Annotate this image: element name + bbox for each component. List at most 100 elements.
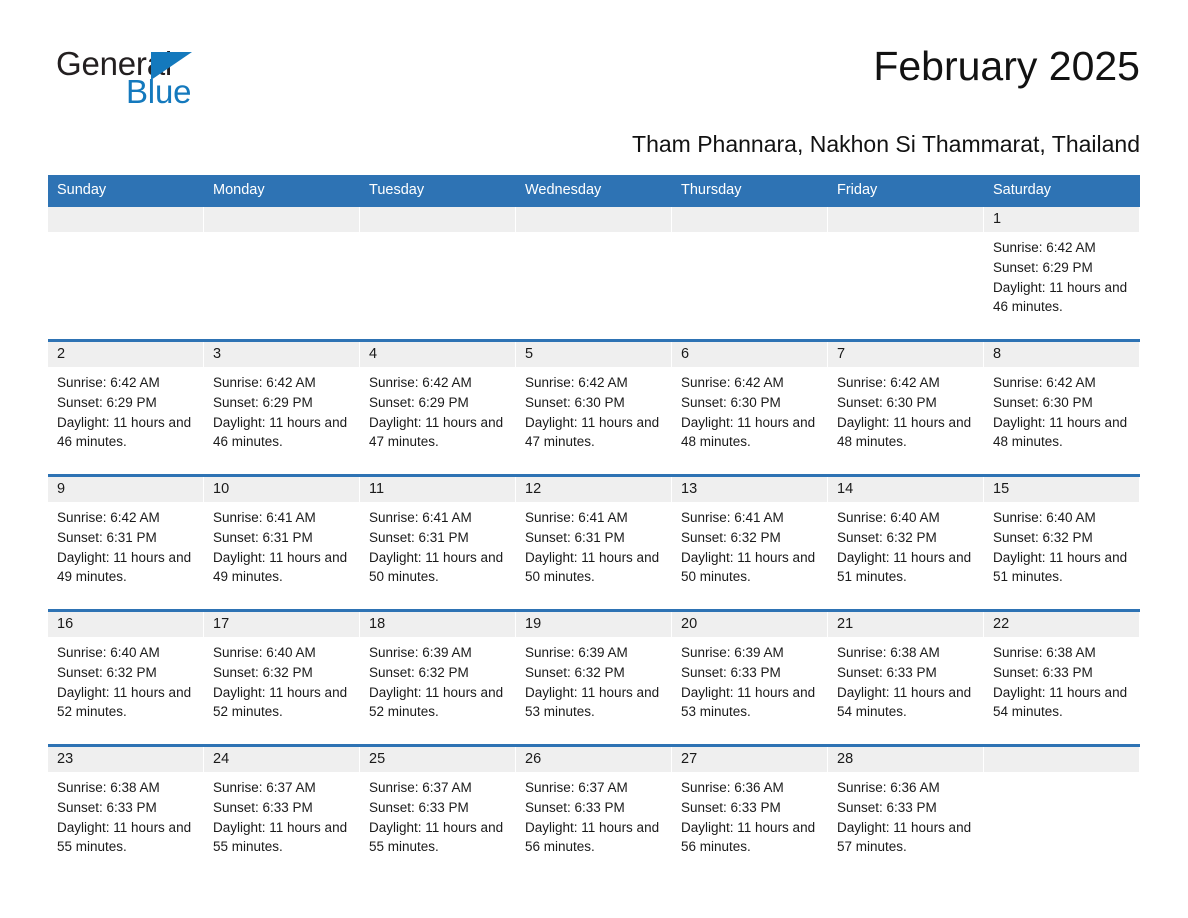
day-cell[interactable]: 1 Sunrise: 6:42 AM Sunset: 6:29 PM Daylight… <box>984 207 1140 339</box>
sunrise-text: Sunrise: 6:36 AM <box>681 780 784 795</box>
day-details: Sunrise: 6:42 AM Sunset: 6:30 PM Daylight:… <box>828 367 984 452</box>
daylight-text: Daylight: 11 hours and 51 minutes. <box>837 549 972 585</box>
day-cell[interactable]: 23 Sunrise: 6:38 AM Sunset: 6:33 PM Dayligh… <box>48 747 204 859</box>
daylight-text: Daylight: 11 hours and 54 minutes. <box>993 684 1128 720</box>
sunset-text: Sunset: 6:33 PM <box>213 799 313 815</box>
daylight-text: Daylight: 11 hours and 56 minutes. <box>681 819 816 855</box>
day-details: Sunrise: 6:38 AM Sunset: 6:33 PM Daylight:… <box>828 637 984 722</box>
day-number <box>360 207 516 232</box>
sunset-text: Sunset: 6:33 PM <box>525 799 625 815</box>
day-details: Sunrise: 6:37 AM Sunset: 6:33 PM Daylight:… <box>516 772 672 857</box>
daylight-text: Daylight: 11 hours and 49 minutes. <box>213 549 348 585</box>
day-cell[interactable]: 7 Sunrise: 6:42 AM Sunset: 6:30 PM Daylight… <box>828 342 984 474</box>
sunrise-text: Sunrise: 6:42 AM <box>837 375 940 390</box>
day-number: 8 <box>984 342 1140 367</box>
day-cell-empty <box>984 747 1140 859</box>
weekday-header-saturday: Saturday <box>984 175 1140 207</box>
daylight-text: Daylight: 11 hours and 55 minutes. <box>57 819 192 855</box>
sunset-text: Sunset: 6:32 PM <box>369 664 469 680</box>
daylight-text: Daylight: 11 hours and 48 minutes. <box>993 414 1128 450</box>
day-number: 20 <box>672 612 828 637</box>
sunrise-text: Sunrise: 6:40 AM <box>837 510 940 525</box>
daylight-text: Daylight: 11 hours and 50 minutes. <box>369 549 504 585</box>
daylight-text: Daylight: 11 hours and 46 minutes. <box>993 279 1128 315</box>
sunset-text: Sunset: 6:32 PM <box>57 664 157 680</box>
day-cell[interactable]: 3 Sunrise: 6:42 AM Sunset: 6:29 PM Daylight… <box>204 342 360 474</box>
day-number: 21 <box>828 612 984 637</box>
day-cell[interactable]: 17 Sunrise: 6:40 AM Sunset: 6:32 PM Dayligh… <box>204 612 360 744</box>
day-cell[interactable]: 19 Sunrise: 6:39 AM Sunset: 6:32 PM Dayligh… <box>516 612 672 744</box>
day-details: Sunrise: 6:42 AM Sunset: 6:29 PM Daylight:… <box>984 232 1140 317</box>
calendar-cell: 4 Sunrise: 6:42 AM Sunset: 6:29 PM Daylight… <box>360 339 516 476</box>
calendar-cell <box>516 207 672 341</box>
logo-text-blue: Blue <box>126 73 192 110</box>
day-cell[interactable]: 21 Sunrise: 6:38 AM Sunset: 6:33 PM Dayligh… <box>828 612 984 744</box>
calendar-week-row: 9 Sunrise: 6:42 AM Sunset: 6:31 PM Daylight… <box>48 474 1140 611</box>
calendar-cell: 23 Sunrise: 6:38 AM Sunset: 6:33 PM Dayligh… <box>48 744 204 859</box>
sunset-text: Sunset: 6:29 PM <box>213 394 313 410</box>
day-cell-empty <box>672 207 828 339</box>
day-cell[interactable]: 22 Sunrise: 6:38 AM Sunset: 6:33 PM Dayligh… <box>984 612 1140 744</box>
day-details: Sunrise: 6:41 AM Sunset: 6:31 PM Daylight:… <box>204 502 360 587</box>
calendar-cell: 9 Sunrise: 6:42 AM Sunset: 6:31 PM Daylight… <box>48 474 204 611</box>
sunrise-text: Sunrise: 6:41 AM <box>681 510 784 525</box>
weekday-header-friday: Friday <box>828 175 984 207</box>
day-number: 14 <box>828 477 984 502</box>
sunrise-text: Sunrise: 6:42 AM <box>213 375 316 390</box>
sunset-text: Sunset: 6:31 PM <box>525 529 625 545</box>
daylight-text: Daylight: 11 hours and 53 minutes. <box>681 684 816 720</box>
day-cell[interactable]: 11 Sunrise: 6:41 AM Sunset: 6:31 PM Dayligh… <box>360 477 516 609</box>
daylight-text: Daylight: 11 hours and 50 minutes. <box>681 549 816 585</box>
day-cell-empty <box>516 207 672 339</box>
daylight-text: Daylight: 11 hours and 52 minutes. <box>213 684 348 720</box>
sunset-text: Sunset: 6:30 PM <box>837 394 937 410</box>
sunrise-text: Sunrise: 6:40 AM <box>57 645 160 660</box>
day-cell[interactable]: 2 Sunrise: 6:42 AM Sunset: 6:29 PM Daylight… <box>48 342 204 474</box>
calendar-cell: 8 Sunrise: 6:42 AM Sunset: 6:30 PM Daylight… <box>984 339 1140 476</box>
sunset-text: Sunset: 6:33 PM <box>57 799 157 815</box>
day-details: Sunrise: 6:42 AM Sunset: 6:29 PM Daylight:… <box>360 367 516 452</box>
sunset-text: Sunset: 6:32 PM <box>681 529 781 545</box>
day-cell[interactable]: 14 Sunrise: 6:40 AM Sunset: 6:32 PM Dayligh… <box>828 477 984 609</box>
calendar-cell: 19 Sunrise: 6:39 AM Sunset: 6:32 PM Dayligh… <box>516 609 672 746</box>
calendar-body: 1 Sunrise: 6:42 AM Sunset: 6:29 PM Daylight… <box>48 207 1140 859</box>
daylight-text: Daylight: 11 hours and 54 minutes. <box>837 684 972 720</box>
day-cell[interactable]: 15 Sunrise: 6:40 AM Sunset: 6:32 PM Dayligh… <box>984 477 1140 609</box>
day-number: 17 <box>204 612 360 637</box>
day-cell[interactable]: 12 Sunrise: 6:41 AM Sunset: 6:31 PM Dayligh… <box>516 477 672 609</box>
sunrise-text: Sunrise: 6:42 AM <box>369 375 472 390</box>
sunset-text: Sunset: 6:30 PM <box>993 394 1093 410</box>
day-cell[interactable]: 27 Sunrise: 6:36 AM Sunset: 6:33 PM Dayligh… <box>672 747 828 859</box>
day-cell[interactable]: 25 Sunrise: 6:37 AM Sunset: 6:33 PM Dayligh… <box>360 747 516 859</box>
day-cell[interactable]: 13 Sunrise: 6:41 AM Sunset: 6:32 PM Dayligh… <box>672 477 828 609</box>
day-cell[interactable]: 20 Sunrise: 6:39 AM Sunset: 6:33 PM Dayligh… <box>672 612 828 744</box>
day-number: 13 <box>672 477 828 502</box>
day-number: 26 <box>516 747 672 772</box>
generalblue-logo[interactable]: General Blue <box>48 42 248 114</box>
daylight-text: Daylight: 11 hours and 52 minutes. <box>57 684 192 720</box>
day-cell[interactable]: 28 Sunrise: 6:36 AM Sunset: 6:33 PM Dayligh… <box>828 747 984 859</box>
sunrise-text: Sunrise: 6:39 AM <box>525 645 628 660</box>
day-cell[interactable]: 8 Sunrise: 6:42 AM Sunset: 6:30 PM Daylight… <box>984 342 1140 474</box>
daylight-text: Daylight: 11 hours and 47 minutes. <box>525 414 660 450</box>
day-cell[interactable]: 4 Sunrise: 6:42 AM Sunset: 6:29 PM Daylight… <box>360 342 516 474</box>
day-cell[interactable]: 26 Sunrise: 6:37 AM Sunset: 6:33 PM Dayligh… <box>516 747 672 859</box>
weekday-header-wednesday: Wednesday <box>516 175 672 207</box>
sunrise-text: Sunrise: 6:41 AM <box>369 510 472 525</box>
sunrise-text: Sunrise: 6:42 AM <box>525 375 628 390</box>
day-cell[interactable]: 9 Sunrise: 6:42 AM Sunset: 6:31 PM Daylight… <box>48 477 204 609</box>
day-number: 4 <box>360 342 516 367</box>
sunset-text: Sunset: 6:31 PM <box>213 529 313 545</box>
weekday-header-tuesday: Tuesday <box>360 175 516 207</box>
day-number: 3 <box>204 342 360 367</box>
day-cell[interactable]: 24 Sunrise: 6:37 AM Sunset: 6:33 PM Dayligh… <box>204 747 360 859</box>
day-details: Sunrise: 6:37 AM Sunset: 6:33 PM Daylight:… <box>204 772 360 857</box>
day-cell[interactable]: 6 Sunrise: 6:42 AM Sunset: 6:30 PM Daylight… <box>672 342 828 474</box>
day-cell[interactable]: 16 Sunrise: 6:40 AM Sunset: 6:32 PM Dayligh… <box>48 612 204 744</box>
day-cell[interactable]: 18 Sunrise: 6:39 AM Sunset: 6:32 PM Dayligh… <box>360 612 516 744</box>
day-cell-empty <box>828 207 984 339</box>
day-cell[interactable]: 10 Sunrise: 6:41 AM Sunset: 6:31 PM Dayligh… <box>204 477 360 609</box>
daylight-text: Daylight: 11 hours and 51 minutes. <box>993 549 1128 585</box>
day-number: 12 <box>516 477 672 502</box>
day-cell[interactable]: 5 Sunrise: 6:42 AM Sunset: 6:30 PM Daylight… <box>516 342 672 474</box>
